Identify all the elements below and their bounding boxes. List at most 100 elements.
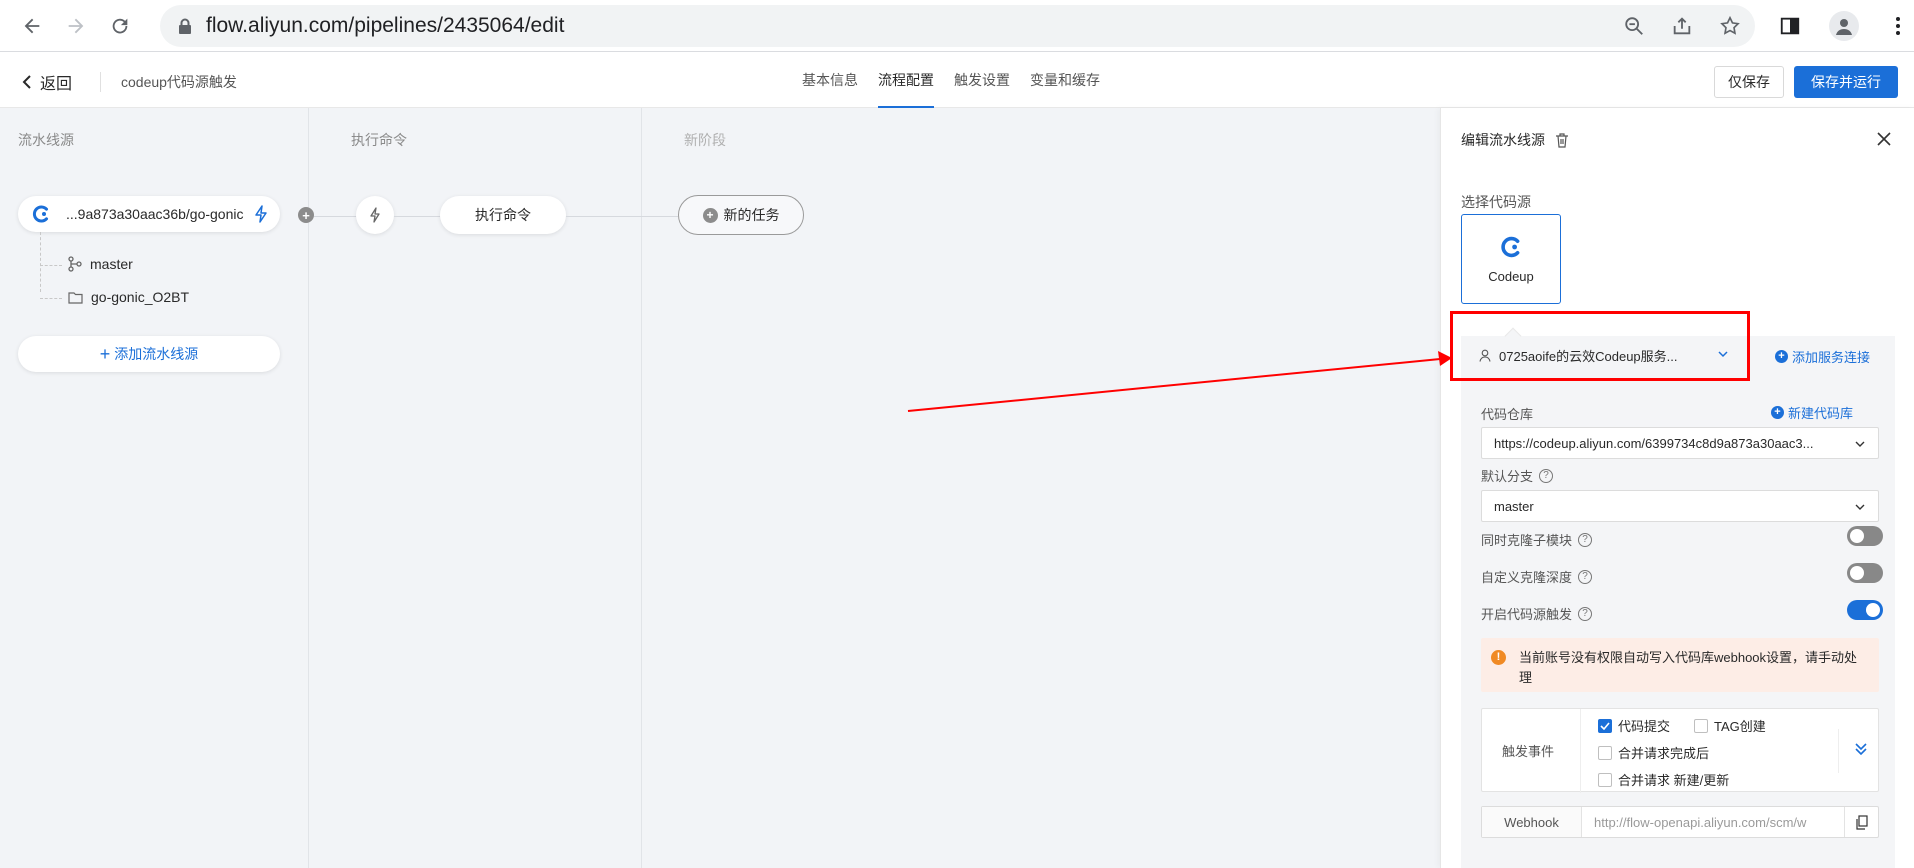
tab-basic-info[interactable]: 基本信息: [802, 52, 858, 108]
pipeline-source-card[interactable]: ...9a873a30aac36b/go-gonic: [18, 196, 280, 232]
source-branch-item: master: [68, 256, 133, 272]
reload-icon[interactable]: [100, 6, 140, 46]
branch-value: master: [1494, 498, 1534, 514]
side-panel-icon[interactable]: [1770, 6, 1810, 46]
pipeline-canvas: 流水线源 执行命令 新阶段 ...9a873a30aac36b/go-gonic…: [0, 108, 1440, 868]
events-label: 触发事件: [1502, 744, 1555, 759]
config-tabs: 基本信息 流程配置 触发设置 变量和缓存: [802, 52, 1100, 108]
address-bar[interactable]: flow.aliyun.com/pipelines/2435064/edit: [160, 5, 1755, 47]
save-and-run-button[interactable]: 保存并运行: [1794, 66, 1898, 98]
collapse-up-icon[interactable]: [1854, 741, 1868, 757]
plus-icon: +: [99, 344, 111, 364]
stage-title-new: 新阶段: [684, 132, 726, 148]
add-connection-label: 添加服务连接: [1792, 350, 1871, 365]
codeup-logo-icon: [1501, 236, 1520, 257]
repo-select[interactable]: https://codeup.aliyun.com/6399734c8d9a87…: [1481, 427, 1879, 459]
source-branch-label: master: [90, 256, 133, 272]
trash-icon[interactable]: [1555, 132, 1569, 148]
lock-icon: [176, 17, 194, 35]
new-repo-link[interactable]: + 新建代码库: [1771, 403, 1853, 422]
help-icon[interactable]: ?: [1578, 532, 1593, 547]
choose-source-label: 选择代码源: [1461, 194, 1531, 210]
permission-warning: ! 当前账号没有权限自动写入代码库webhook设置，请手动处理: [1481, 638, 1879, 692]
new-repo-label: 新建代码库: [1788, 406, 1854, 421]
more-menu-icon[interactable]: [1878, 6, 1914, 46]
clone-depth-label: 自定义克隆深度: [1481, 570, 1573, 585]
stage-trigger-node[interactable]: [356, 196, 394, 234]
add-source-button[interactable]: + 添加流水线源: [18, 336, 280, 372]
back-button[interactable]: 返回: [22, 70, 72, 94]
browser-toolbar: flow.aliyun.com/pipelines/2435064/edit: [0, 0, 1914, 52]
app-header: 返回 codeup代码源触发 基本信息 流程配置 触发设置 变量和缓存 仅保存 …: [0, 52, 1914, 108]
star-icon[interactable]: [1717, 13, 1743, 39]
panel-header: 编辑流水线源: [1461, 130, 1569, 150]
event-checkbox-merge-done[interactable]: 合并请求完成后: [1598, 743, 1709, 762]
job-node-execute-command[interactable]: 执行命令: [440, 196, 566, 234]
webhook-label: Webhook: [1482, 807, 1582, 837]
profile-avatar-icon[interactable]: [1824, 6, 1864, 46]
service-connection-row: 0725aoife的云效Codeup服务... + 添加服务连接: [1461, 336, 1895, 374]
service-connection-value: 0725aoife的云效Codeup服务...: [1499, 348, 1678, 364]
tab-trigger-settings[interactable]: 触发设置: [954, 52, 1010, 108]
event-checkbox-merge-update[interactable]: 合并请求 新建/更新: [1598, 770, 1729, 789]
event-checkbox-push[interactable]: 代码提交: [1598, 716, 1670, 735]
new-task-button[interactable]: + 新的任务: [678, 195, 804, 235]
warning-icon: !: [1491, 650, 1506, 665]
new-task-label: 新的任务: [723, 207, 780, 223]
plus-circle-icon: +: [1775, 350, 1788, 363]
trigger-bolt-icon: [255, 205, 267, 223]
checkbox-icon: [1598, 745, 1612, 760]
help-icon[interactable]: ?: [1578, 606, 1593, 621]
source-folder-item: go-gonic_O2BT: [68, 289, 189, 305]
event-label: 代码提交: [1618, 719, 1671, 734]
repo-label: 代码仓库: [1481, 407, 1534, 422]
stage-title-source: 流水线源: [18, 132, 74, 148]
event-label: 合并请求完成后: [1618, 746, 1710, 761]
codeup-logo-icon: [30, 203, 52, 225]
stage-divider: [641, 108, 642, 868]
source-form: 代码仓库 + 新建代码库 https://codeup.aliyun.com/6…: [1461, 374, 1895, 868]
back-arrow-icon[interactable]: [12, 6, 52, 46]
chevron-down-icon: [1855, 504, 1865, 510]
stage-connector: [394, 216, 440, 217]
zoom-icon[interactable]: [1621, 13, 1647, 39]
codeup-label: Codeup: [1488, 268, 1534, 284]
submodule-row: 同时克隆子模块 ?: [1481, 530, 1593, 549]
copy-icon[interactable]: [1844, 807, 1878, 837]
event-checkbox-tag[interactable]: TAG创建: [1694, 716, 1766, 735]
tree-connector: [40, 232, 41, 292]
branch-select[interactable]: master: [1481, 490, 1879, 522]
folder-icon: [68, 291, 83, 304]
webhook-url[interactable]: http://flow-openapi.aliyun.com/scm/w: [1594, 815, 1834, 830]
checkbox-checked-icon: [1598, 718, 1612, 733]
add-service-connection-link[interactable]: + 添加服务连接: [1775, 347, 1870, 366]
source-trigger-toggle[interactable]: [1847, 600, 1883, 620]
checkbox-icon: [1694, 718, 1708, 733]
plus-circle-icon: +: [1771, 406, 1784, 419]
help-icon[interactable]: ?: [1578, 569, 1593, 584]
help-icon[interactable]: ?: [1539, 468, 1554, 483]
forward-arrow-icon[interactable]: [56, 6, 96, 46]
codeup-source-option[interactable]: Codeup: [1461, 214, 1561, 304]
stage-connector: [314, 216, 356, 217]
service-connection-select[interactable]: 0725aoife的云效Codeup服务...: [1461, 336, 1741, 374]
event-label: TAG创建: [1714, 719, 1766, 734]
share-icon[interactable]: [1669, 13, 1695, 39]
chevron-down-icon: [1718, 351, 1728, 358]
tab-flow-config[interactable]: 流程配置: [878, 52, 934, 108]
add-stage-plus-icon[interactable]: +: [298, 207, 314, 223]
checkbox-icon: [1598, 772, 1612, 787]
close-icon[interactable]: [1873, 128, 1895, 150]
back-label: 返回: [40, 76, 73, 93]
tab-variables-cache[interactable]: 变量和缓存: [1030, 52, 1100, 108]
submodule-toggle[interactable]: [1847, 526, 1883, 546]
chevron-left-icon: [22, 75, 31, 89]
warning-text: 当前账号没有权限自动写入代码库webhook设置，请手动处理: [1519, 650, 1858, 685]
add-source-label: 添加流水线源: [114, 346, 199, 362]
save-button[interactable]: 仅保存: [1714, 66, 1784, 98]
clone-depth-toggle[interactable]: [1847, 563, 1883, 583]
edit-source-panel: 编辑流水线源 选择代码源 Codeup 0725aoife的云效Codeup服务…: [1440, 108, 1914, 868]
plus-circle-icon: +: [702, 207, 718, 223]
tree-connector: [40, 265, 62, 266]
header-divider: [100, 72, 101, 92]
